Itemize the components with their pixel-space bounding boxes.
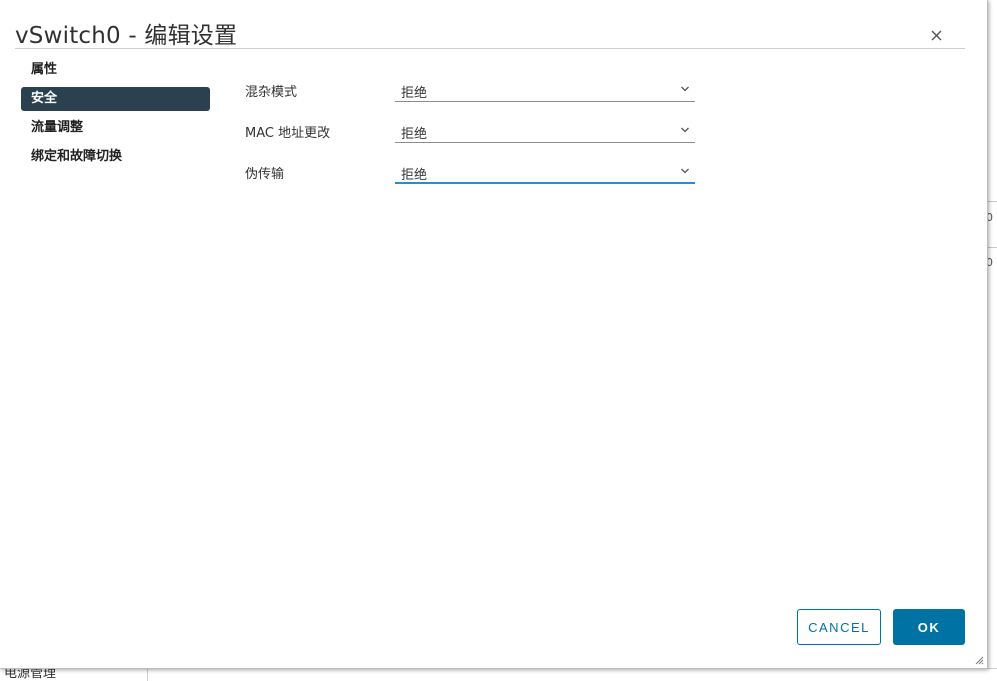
close-icon: [931, 30, 942, 41]
close-button[interactable]: [926, 25, 946, 45]
mac-address-changes-select[interactable]: 拒绝: [395, 119, 695, 143]
title-divider: [15, 48, 965, 49]
promiscuous-mode-value: 拒绝: [401, 86, 428, 101]
promiscuous-mode-label: 混杂模式: [245, 85, 298, 100]
nav-item-security[interactable]: 安全: [21, 87, 210, 111]
resize-grip-icon[interactable]: [974, 655, 984, 665]
promiscuous-mode-select[interactable]: 拒绝: [395, 78, 695, 102]
ok-button[interactable]: OK: [893, 609, 965, 645]
chevron-down-icon: [681, 86, 689, 92]
forged-transmits-select[interactable]: 拒绝: [395, 160, 695, 184]
forged-transmits-label: 伪传输: [245, 167, 285, 182]
nav-item-traffic-shaping[interactable]: 流量调整: [21, 116, 210, 140]
dialog-title: vSwitch0 - 编辑设置: [15, 23, 238, 49]
nav-item-properties[interactable]: 属性: [21, 58, 210, 82]
mac-address-changes-label: MAC 地址更改: [245, 126, 331, 141]
cancel-button[interactable]: CANCEL: [797, 609, 881, 645]
chevron-down-icon: [681, 168, 689, 174]
forged-transmits-value: 拒绝: [401, 168, 428, 183]
edit-settings-dialog: vSwitch0 - 编辑设置 属性 安全 流量调整 绑定和故障切换 混杂模式 …: [0, 0, 988, 669]
chevron-down-icon: [681, 127, 689, 133]
background-status-bar: [0, 668, 997, 681]
nav-item-teaming-failover[interactable]: 绑定和故障切换: [21, 145, 210, 169]
settings-nav: 属性 安全 流量调整 绑定和故障切换: [21, 58, 210, 174]
mac-address-changes-value: 拒绝: [401, 127, 428, 142]
background-separator: [147, 668, 148, 681]
